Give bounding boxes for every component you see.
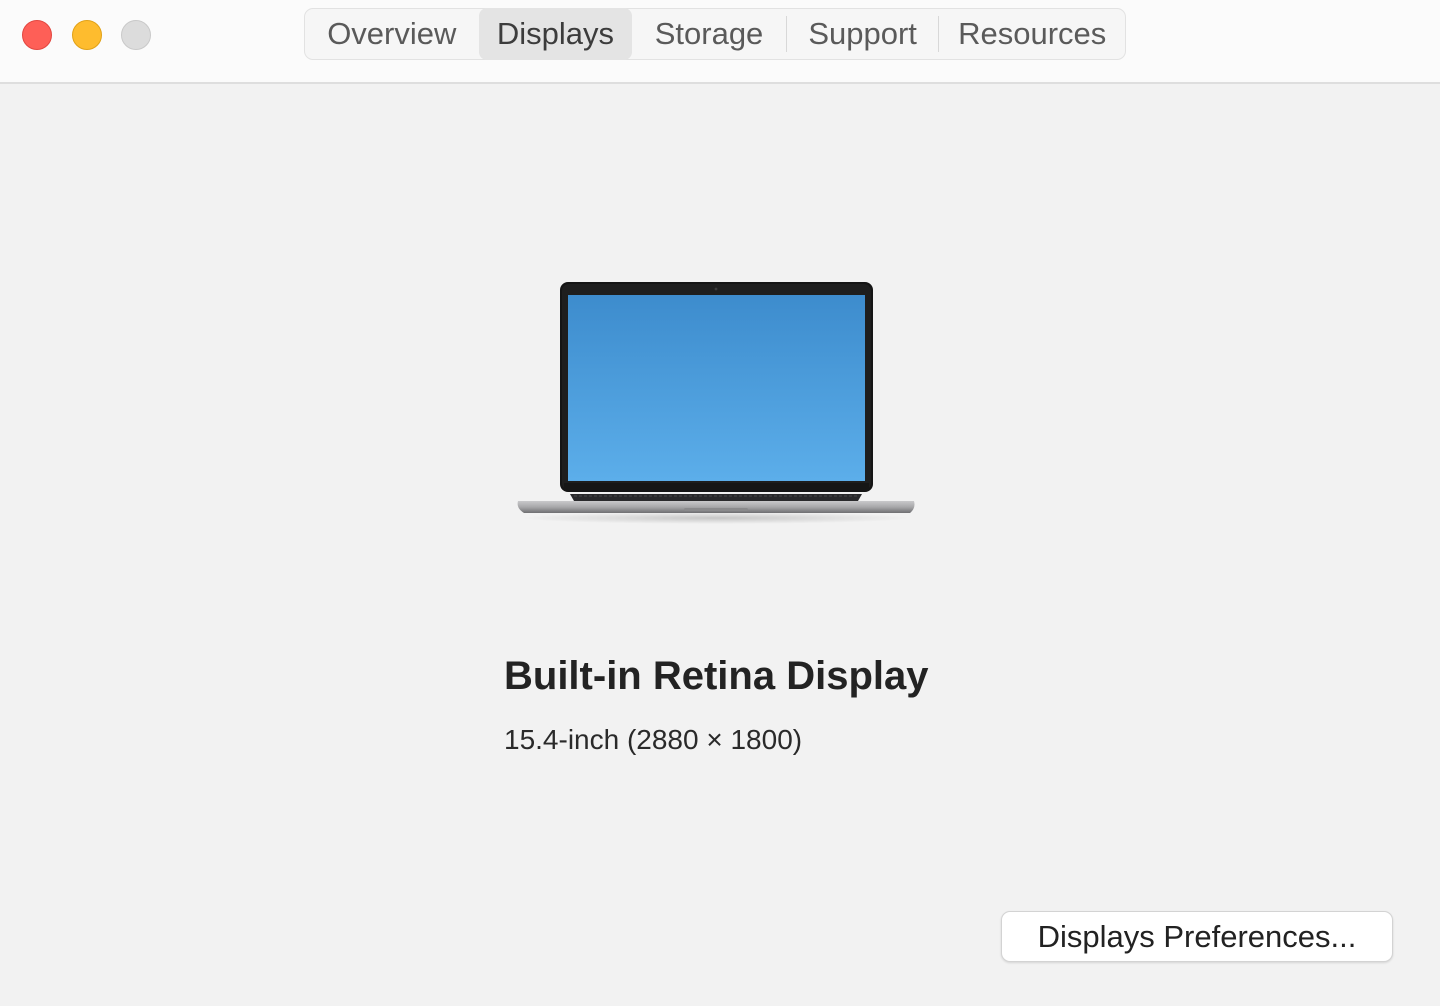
- laptop-icon: [514, 282, 918, 528]
- tab-resources[interactable]: Resources: [939, 8, 1125, 60]
- tab-overview[interactable]: Overview: [305, 8, 479, 60]
- display-spec: 15.4-inch (2880 × 1800): [504, 724, 803, 755]
- display-name: Built-in Retina Display: [504, 654, 929, 698]
- tab-bar: Overview Displays Storage Support Resour…: [304, 8, 1126, 60]
- zoom-button[interactable]: [121, 20, 151, 50]
- close-button[interactable]: [22, 20, 52, 50]
- tab-storage[interactable]: Storage: [632, 8, 786, 60]
- tab-displays[interactable]: Displays: [478, 8, 633, 60]
- tab-support[interactable]: Support: [787, 8, 939, 60]
- minimize-button[interactable]: [72, 20, 102, 50]
- displays-preferences-button[interactable]: Displays Preferences...: [1001, 911, 1393, 962]
- about-this-mac-window: Overview Displays Storage Support Resour…: [0, 0, 1440, 1006]
- titlebar: Overview Displays Storage Support Resour…: [0, 0, 1440, 84]
